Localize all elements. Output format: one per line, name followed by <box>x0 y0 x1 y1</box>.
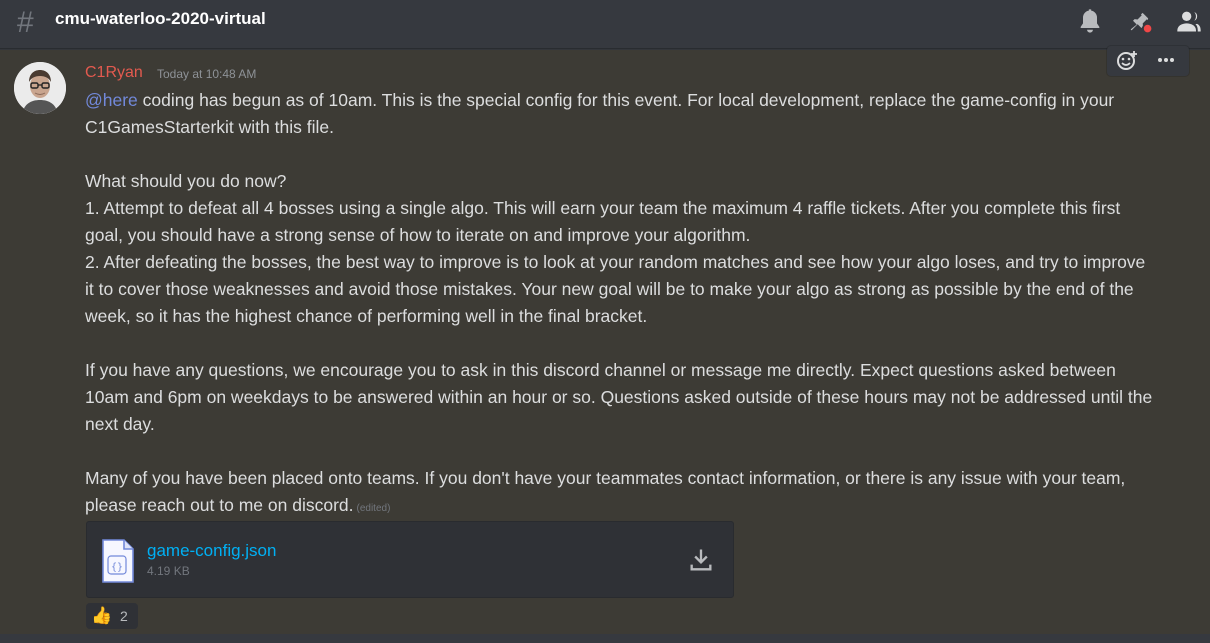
members-icon[interactable] <box>1175 7 1203 35</box>
message-timestamp: Today at 10:48 AM <box>157 67 257 81</box>
message-paragraph: 1. Attempt to defeat all 4 bosses using … <box>85 198 1121 245</box>
message-paragraph: Many of you have been placed onto teams.… <box>85 468 1126 515</box>
file-attachment: {} game-config.json 4.19 KB <box>86 521 734 598</box>
json-file-icon: {} <box>101 538 135 584</box>
bell-icon[interactable] <box>1076 7 1104 35</box>
edited-label: (edited) <box>356 503 391 514</box>
avatar[interactable] <box>14 62 66 114</box>
reaction-count: 2 <box>120 608 128 624</box>
pin-icon[interactable] <box>1126 7 1154 35</box>
message-separator <box>0 634 1210 643</box>
message-paragraph: If you have any questions, we encourage … <box>85 360 1153 434</box>
message-toolbar <box>1107 46 1189 76</box>
more-icon[interactable] <box>1153 49 1179 71</box>
message-paragraph: What should you do now? <box>85 171 287 191</box>
channel-name: cmu-waterloo-2020-virtual <box>55 9 266 28</box>
file-icon-glyph: {} <box>111 562 123 573</box>
add-reaction-icon[interactable] <box>1115 49 1141 71</box>
file-size: 4.19 KB <box>147 564 190 578</box>
author-name[interactable]: C1Ryan <box>85 63 143 83</box>
reaction-thumbs-up[interactable]: 👍 2 <box>86 603 138 629</box>
download-icon[interactable] <box>687 546 715 574</box>
message-content: @here coding has begun as of 10am. This … <box>85 87 1155 522</box>
channel-hash-icon: # <box>17 6 34 39</box>
here-mention[interactable]: @here <box>85 90 138 110</box>
message-paragraph: coding has begun as of 10am. This is the… <box>85 90 1115 137</box>
message-paragraph: 2. After defeating the bosses, the best … <box>85 252 1146 326</box>
file-name-link[interactable]: game-config.json <box>147 541 276 561</box>
thumbs-up-icon: 👍 <box>91 606 113 625</box>
message: C1Ryan Today at 10:48 AM @here coding ha… <box>0 46 1210 634</box>
channel-header: # cmu-waterloo-2020-virtual <box>0 0 1210 48</box>
